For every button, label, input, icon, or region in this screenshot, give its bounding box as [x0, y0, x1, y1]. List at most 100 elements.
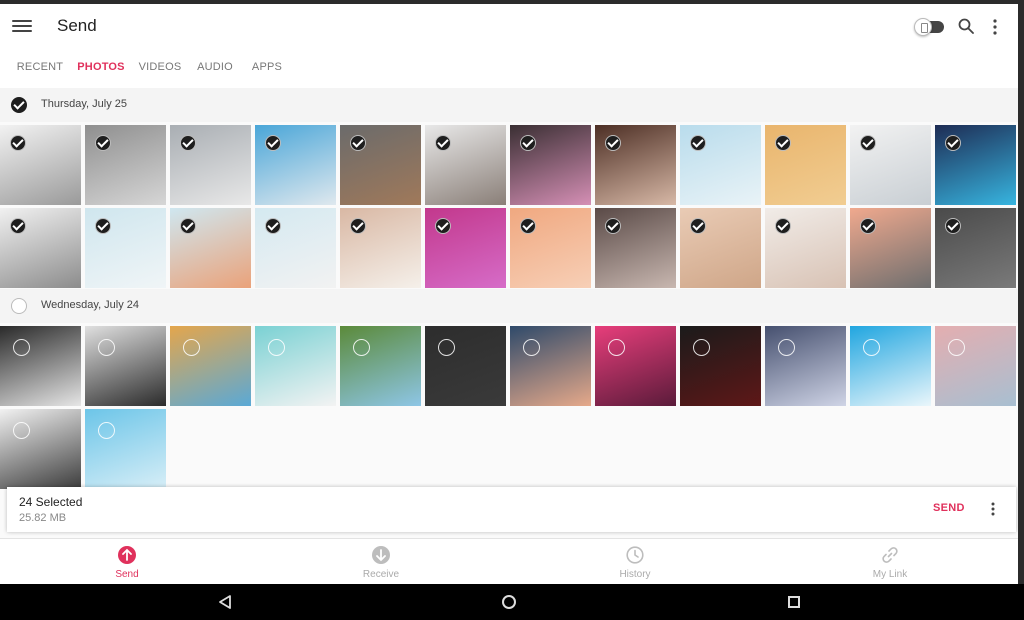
- select-circle-icon: [863, 339, 880, 356]
- clouds-sunset-photo[interactable]: [510, 326, 591, 406]
- selected-check-icon: [520, 218, 536, 234]
- selected-check-icon: [945, 135, 961, 151]
- city-skyline-photo[interactable]: [935, 326, 1016, 406]
- system-navigation-bar: [0, 584, 1024, 620]
- selected-check-icon: [265, 218, 281, 234]
- hamburger-menu-icon[interactable]: [12, 17, 32, 37]
- window-building-photo[interactable]: [85, 208, 166, 288]
- neon-person-photo[interactable]: [935, 125, 1016, 205]
- sunset-landscape-photo[interactable]: [340, 125, 421, 205]
- pink-lamp-photo[interactable]: [510, 125, 591, 205]
- nav-my-link[interactable]: My Link: [830, 539, 950, 584]
- curved-facade-photo[interactable]: [255, 125, 336, 205]
- tab-videos[interactable]: VIDEOS: [134, 50, 186, 90]
- group-select-checkbox[interactable]: [11, 97, 27, 113]
- app-bar: Send: [0, 4, 1018, 50]
- cactus-photo[interactable]: [340, 326, 421, 406]
- group-select-checkbox[interactable]: [11, 298, 27, 314]
- home-icon[interactable]: [502, 595, 516, 609]
- white-arcs-photo[interactable]: [0, 208, 81, 288]
- selected-check-icon: [350, 218, 366, 234]
- category-tabs: RECENT PHOTOS VIDEOS AUDIO APPS: [0, 50, 1018, 90]
- more-vert-icon[interactable]: [989, 18, 1001, 36]
- select-circle-icon: [778, 339, 795, 356]
- select-circle-icon: [13, 339, 30, 356]
- select-circle-icon: [523, 339, 540, 356]
- selection-bar: 24 Selected 25.82 MB SEND: [7, 487, 1016, 532]
- triangle-building-photo[interactable]: [170, 125, 251, 205]
- tab-photos[interactable]: PHOTOS: [72, 50, 130, 90]
- select-circle-icon: [948, 339, 965, 356]
- architecture-photo[interactable]: [0, 125, 81, 205]
- pyramid-photo[interactable]: [85, 125, 166, 205]
- send-button[interactable]: SEND: [933, 502, 965, 514]
- nav-receive[interactable]: Receive: [321, 539, 441, 584]
- selected-check-icon: [180, 218, 196, 234]
- moon-dark-photo[interactable]: [425, 326, 506, 406]
- receive-icon: [372, 546, 390, 564]
- selected-check-icon: [265, 135, 281, 151]
- white-roof-photo[interactable]: [255, 208, 336, 288]
- white-columns-photo[interactable]: [255, 326, 336, 406]
- cafe-interior-photo[interactable]: [850, 125, 931, 205]
- jellyfish-photo[interactable]: [510, 208, 591, 288]
- selected-check-icon: [775, 218, 791, 234]
- group-date-label: Thursday, July 25: [41, 98, 128, 110]
- portrait-glasses-photo[interactable]: [595, 125, 676, 205]
- selected-check-icon: [10, 135, 26, 151]
- select-circle-icon: [353, 339, 370, 356]
- selected-check-icon: [520, 135, 536, 151]
- selected-check-icon: [350, 135, 366, 151]
- nav-history[interactable]: History: [575, 539, 695, 584]
- selected-check-icon: [690, 218, 706, 234]
- select-circle-icon: [608, 339, 625, 356]
- neon-pink-photo[interactable]: [595, 326, 676, 406]
- phone-mode-toggle[interactable]: [914, 18, 946, 36]
- red-light-photo[interactable]: [680, 326, 761, 406]
- more-vert-icon[interactable]: [988, 501, 998, 517]
- tab-audio[interactable]: AUDIO: [190, 50, 240, 90]
- yellow-building-photo[interactable]: [170, 326, 251, 406]
- silhouette-glow-photo[interactable]: [850, 208, 931, 288]
- selected-check-icon: [435, 218, 451, 234]
- desert-dune-photo[interactable]: [680, 208, 761, 288]
- selected-count: 24 Selected: [19, 495, 83, 509]
- orange-wall-photo[interactable]: [765, 125, 846, 205]
- selected-check-icon: [690, 135, 706, 151]
- selected-check-icon: [860, 135, 876, 151]
- search-icon[interactable]: [958, 18, 974, 34]
- curved-wall-photo[interactable]: [0, 409, 81, 489]
- group-date-label: Wednesday, July 24: [41, 299, 140, 311]
- monkey-rock-photo[interactable]: [425, 125, 506, 205]
- select-circle-icon: [98, 422, 115, 439]
- hands-plant-photo[interactable]: [765, 208, 846, 288]
- page-title: Send: [57, 16, 97, 35]
- recent-apps-icon[interactable]: [788, 596, 800, 608]
- send-icon: [118, 546, 136, 564]
- select-circle-icon: [693, 339, 710, 356]
- selected-check-icon: [10, 218, 26, 234]
- select-circle-icon: [268, 339, 285, 356]
- bottom-navigation: Send Receive History My Link: [0, 538, 1018, 584]
- lighthouse-photo[interactable]: [85, 409, 166, 489]
- spiral-staircase-photo[interactable]: [0, 326, 81, 406]
- person-sky-photo[interactable]: [680, 125, 761, 205]
- selected-check-icon: [95, 135, 111, 151]
- tab-recent[interactable]: RECENT: [12, 50, 68, 90]
- light-writing-photo[interactable]: [935, 208, 1016, 288]
- nav-send[interactable]: Send: [67, 539, 187, 584]
- woman-book-photo[interactable]: [340, 208, 421, 288]
- selected-check-icon: [95, 218, 111, 234]
- pink-car-photo[interactable]: [425, 208, 506, 288]
- date-group-header-1: Thursday, July 25: [0, 88, 1018, 122]
- back-icon[interactable]: [217, 594, 233, 610]
- selected-check-icon: [435, 135, 451, 151]
- roof-apex-photo[interactable]: [170, 208, 251, 288]
- select-circle-icon: [438, 339, 455, 356]
- tab-apps[interactable]: APPS: [244, 50, 290, 90]
- glass-panel-photo[interactable]: [765, 326, 846, 406]
- select-circle-icon: [13, 422, 30, 439]
- smoke-portrait-photo[interactable]: [595, 208, 676, 288]
- blue-door-photo[interactable]: [850, 326, 931, 406]
- white-balconies-photo[interactable]: [85, 326, 166, 406]
